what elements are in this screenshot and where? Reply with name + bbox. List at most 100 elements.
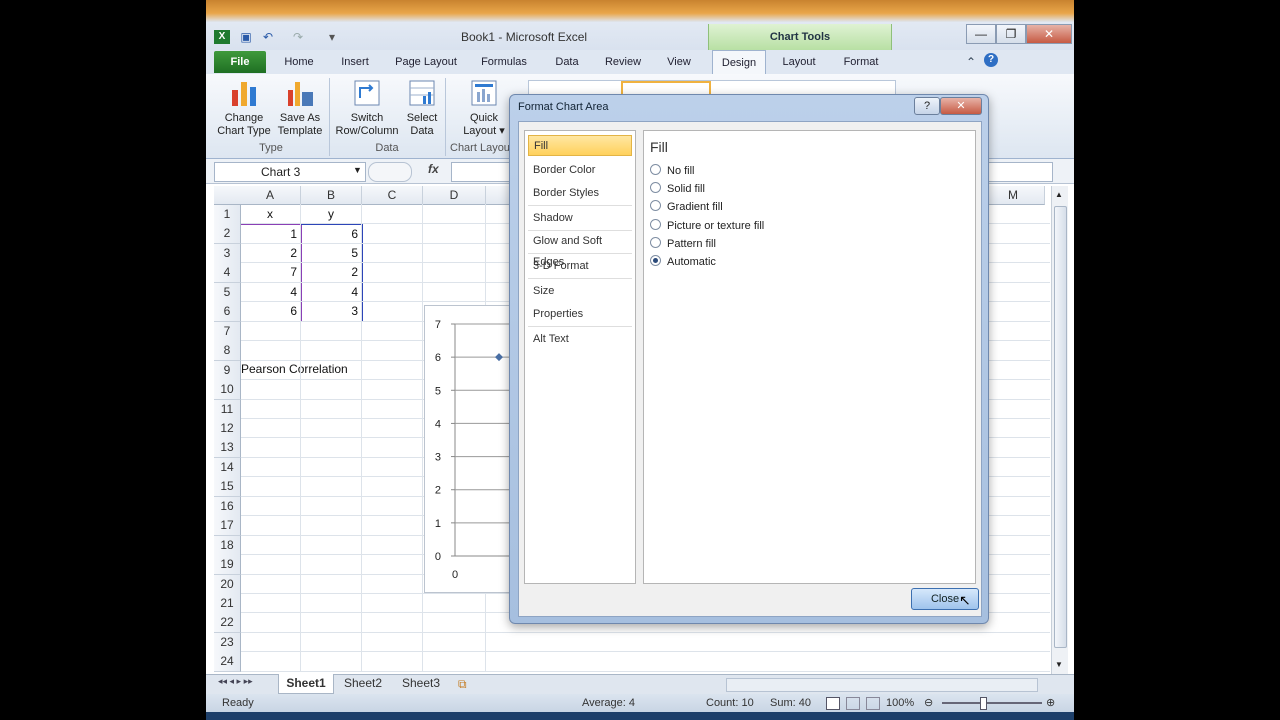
row-header-23[interactable]: 23 (214, 632, 241, 653)
tab-data[interactable]: Data (544, 50, 590, 74)
nav-item-size[interactable]: Size (528, 281, 632, 302)
tab-design[interactable]: Design (712, 50, 766, 75)
nav-item-fill[interactable]: Fill (528, 135, 632, 156)
row-header-13[interactable]: 13 (214, 438, 241, 459)
tab-insert[interactable]: Insert (330, 50, 380, 74)
quick-layout-button[interactable]: Quick Layout ▾ (456, 78, 512, 138)
cell-a1[interactable]: x (240, 205, 300, 224)
select-all-corner[interactable] (214, 186, 241, 205)
option-picture-texture-fill[interactable]: Picture or texture fill (650, 218, 764, 234)
formula-bar-divider[interactable] (368, 162, 412, 182)
vertical-scroll-thumb[interactable] (1054, 206, 1067, 648)
column-header-b[interactable]: B (301, 186, 362, 205)
page-layout-view-icon[interactable] (846, 697, 860, 710)
tab-page-layout[interactable]: Page Layout (390, 50, 462, 74)
row-header-5[interactable]: 5 (214, 282, 241, 303)
row-header-10[interactable]: 10 (214, 380, 241, 401)
radio-icon[interactable] (650, 200, 661, 211)
minimize-button[interactable]: — (966, 24, 996, 44)
tab-view[interactable]: View (656, 50, 702, 74)
zoom-in-icon[interactable]: ⊕ (1046, 694, 1055, 712)
column-header-c[interactable]: C (362, 186, 423, 205)
option-solid-fill[interactable]: Solid fill (650, 181, 705, 197)
sheet-tab-sheet3[interactable]: Sheet3 (394, 674, 448, 693)
select-data-button[interactable]: Select Data (402, 78, 442, 138)
row-header-15[interactable]: 15 (214, 477, 241, 498)
row-header-18[interactable]: 18 (214, 535, 241, 556)
row-header-19[interactable]: 19 (214, 555, 241, 576)
tab-home[interactable]: Home (276, 50, 322, 74)
radio-selected-icon[interactable] (650, 255, 661, 266)
sheet-tab-sheet2[interactable]: Sheet2 (336, 674, 390, 693)
insert-sheet-icon[interactable]: ⧉ (458, 677, 467, 692)
vertical-scrollbar[interactable]: ▲ ▼ (1051, 186, 1068, 674)
redo-icon[interactable]: ↷ (290, 30, 306, 44)
row-header-12[interactable]: 12 (214, 418, 241, 439)
row-header-4[interactable]: 4 (214, 263, 241, 284)
tab-review[interactable]: Review (598, 50, 648, 74)
cell-a9[interactable]: Pearson Correlation (241, 360, 401, 379)
horizontal-scrollbar[interactable] (726, 678, 1038, 692)
tab-format[interactable]: Format (834, 50, 888, 74)
sheet-tab-sheet1[interactable]: Sheet1 (278, 674, 334, 694)
save-as-template-button[interactable]: Save As Template (272, 78, 328, 138)
sheet-nav-arrows-icon[interactable]: ◂◂ ◂ ▸ ▸▸ (218, 676, 253, 687)
customize-quick-access-icon[interactable]: ▾ (324, 30, 340, 44)
option-automatic[interactable]: Automatic (650, 254, 716, 270)
save-icon[interactable]: ▣ (238, 30, 254, 44)
nav-item-border-styles[interactable]: Border Styles (528, 183, 632, 204)
radio-icon[interactable] (650, 219, 661, 230)
column-header-m[interactable]: M (982, 186, 1045, 205)
cell-b1[interactable]: y (301, 205, 361, 224)
row-header-14[interactable]: 14 (214, 457, 241, 478)
normal-view-icon[interactable] (826, 697, 840, 710)
row-header-21[interactable]: 21 (214, 594, 241, 614)
row-header-2[interactable]: 2 (214, 224, 241, 245)
nav-item-border-color[interactable]: Border Color (528, 160, 632, 181)
nav-item-properties[interactable]: Properties (528, 304, 632, 325)
row-header-1[interactable]: 1 (214, 205, 241, 225)
column-header-d[interactable]: D (423, 186, 486, 205)
close-window-button[interactable]: ✕ (1026, 24, 1072, 44)
minimize-ribbon-icon[interactable]: ⌃ (966, 55, 976, 69)
scroll-up-icon[interactable]: ▲ (1055, 190, 1063, 199)
name-box[interactable]: Chart 3 ▼ (214, 162, 366, 182)
option-no-fill[interactable]: No fill (650, 163, 695, 179)
help-icon[interactable]: ? (984, 53, 998, 67)
row-header-8[interactable]: 8 (214, 341, 241, 362)
row-header-24[interactable]: 24 (214, 652, 241, 673)
nav-item-3d-format[interactable]: 3-D Format (528, 256, 632, 277)
dialog-close-x-button[interactable]: ✕ (940, 97, 982, 115)
radio-icon[interactable] (650, 182, 661, 193)
column-header-a[interactable]: A (240, 186, 301, 205)
chevron-down-icon[interactable]: ▼ (353, 165, 362, 175)
zoom-slider-handle[interactable] (980, 697, 987, 710)
option-gradient-fill[interactable]: Gradient fill (650, 199, 723, 215)
tab-layout[interactable]: Layout (772, 50, 826, 74)
row-header-7[interactable]: 7 (214, 321, 241, 342)
zoom-slider[interactable] (942, 702, 1042, 704)
zoom-out-icon[interactable]: ⊖ (924, 694, 933, 712)
scatter-chart[interactable]: 7 6 5 4 3 2 1 00 (424, 305, 510, 593)
row-header-22[interactable]: 22 (214, 613, 241, 634)
nav-item-shadow[interactable]: Shadow (528, 208, 632, 229)
row-header-11[interactable]: 11 (214, 399, 241, 420)
radio-icon[interactable] (650, 164, 661, 175)
scroll-down-icon[interactable]: ▼ (1055, 660, 1063, 669)
zoom-level[interactable]: 100% (886, 694, 914, 712)
change-chart-type-button[interactable]: Change Chart Type (216, 78, 272, 138)
switch-row-column-button[interactable]: Switch Row/Column (332, 78, 402, 138)
page-break-view-icon[interactable] (866, 697, 880, 710)
row-header-20[interactable]: 20 (214, 574, 241, 595)
tab-file[interactable]: File (214, 51, 266, 73)
restore-button[interactable]: ❐ (996, 24, 1026, 44)
tab-formulas[interactable]: Formulas (474, 50, 534, 74)
row-header-6[interactable]: 6 (214, 302, 241, 323)
insert-function-icon[interactable]: fx (428, 162, 439, 176)
option-pattern-fill[interactable]: Pattern fill (650, 236, 716, 252)
row-header-17[interactable]: 17 (214, 516, 241, 537)
data-point[interactable] (495, 353, 503, 362)
nav-item-alt-text[interactable]: Alt Text (528, 329, 632, 350)
undo-icon[interactable]: ↶ (260, 30, 276, 44)
row-header-3[interactable]: 3 (214, 243, 241, 264)
